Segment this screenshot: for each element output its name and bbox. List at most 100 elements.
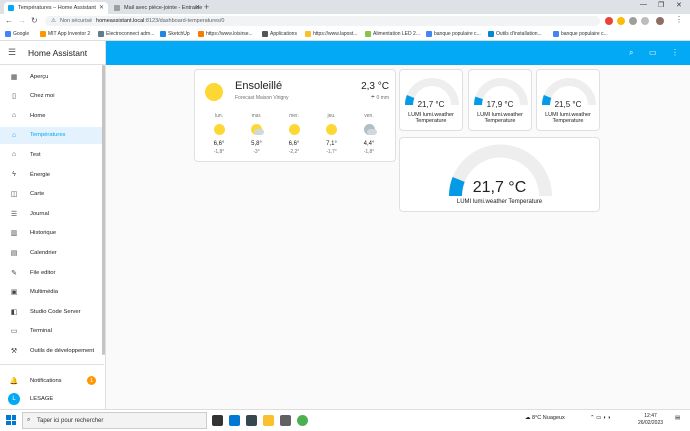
bookmark-label: https://www.loisirse... (206, 31, 253, 37)
windows-taskbar: ⌕ Taper ici pour rechercher ☁ 8°C Nuageu… (0, 409, 690, 431)
notification-badge: 1 (87, 376, 96, 385)
forecast-day-label: mer. (289, 113, 299, 119)
lightning-icon: ϟ (12, 171, 16, 178)
dashboard-toolbar: ⌕ ▭ ⋮ (106, 41, 690, 65)
gauge-value: 21,7 °C (417, 100, 445, 109)
chrome-icon[interactable] (297, 415, 308, 426)
sidebar-item-label: Outils de développement (30, 347, 95, 354)
sidebar-item-temperatures[interactable]: ⌂ Températures (0, 126, 104, 144)
forecast-high: 7,1° (326, 141, 337, 147)
browser-toolbar: ← → ↻ ⚠ Non sécurisé homeassistant.local… (0, 14, 690, 28)
app-icon[interactable] (280, 415, 291, 426)
notification-center-icon[interactable]: ▤ (675, 415, 680, 421)
profile-avatar-icon[interactable] (656, 17, 664, 25)
sidebar-item-home[interactable]: ⌂ Home (0, 107, 104, 124)
bookmark[interactable]: Applications (262, 31, 297, 37)
bookmark[interactable]: https://www.loisirse... (198, 31, 253, 37)
forecast-low: -1,8° (363, 149, 375, 155)
bookmark[interactable]: https://www.lapost... (305, 31, 357, 37)
search-icon[interactable]: ⌕ (629, 48, 633, 58)
sidebar-scrollbar[interactable] (102, 65, 105, 355)
extension-icon[interactable] (605, 17, 613, 25)
sidebar-item-apercu[interactable]: ▦ Aperçu (0, 68, 104, 85)
sidebar-item-label: Studio Code Server (30, 308, 81, 315)
file-explorer-icon[interactable] (246, 415, 257, 426)
reload-icon[interactable]: ↻ (31, 16, 38, 25)
weather-card[interactable]: Ensoleillé Forecast Maison Virigny 2,3 °… (194, 69, 396, 162)
sidebar-item-calendrier[interactable]: ▤ Calendrier (0, 244, 104, 261)
taskbar-weather[interactable]: ☁ 8°C Nuageux (525, 415, 565, 421)
sidebar-item-energie[interactable]: ϟ Énergie (0, 166, 104, 183)
sidebar-item-multimedia[interactable]: ▣ Multimédia (0, 284, 104, 301)
sidebar-item-carte[interactable]: ◫ Carte (0, 186, 104, 203)
sketchup-icon (160, 31, 166, 37)
sidebar-item-user[interactable]: L LESAGE (0, 390, 104, 407)
close-tab-icon[interactable]: ✕ (99, 4, 104, 11)
forecast-high: 4,4° (363, 141, 375, 147)
browser-menu-icon[interactable]: ⋮ (675, 15, 683, 24)
close-tab-icon[interactable]: ✕ (195, 4, 200, 11)
tablet-icon: ▯ (12, 93, 16, 101)
cloud-icon: ☁ (525, 415, 533, 421)
sidebar-item-historique[interactable]: ▥ Historique (0, 225, 104, 242)
code-icon: ◧ (10, 308, 18, 316)
wrench-icon: ✎ (11, 269, 17, 277)
sidebar-item-terminal[interactable]: ▭ Terminal (0, 323, 104, 340)
close-window-icon[interactable]: ✕ (676, 1, 682, 9)
sunny-icon (288, 124, 300, 135)
sidebar-item-studio-code-server[interactable]: ◧ Studio Code Server (0, 303, 104, 320)
sidebar-item-label: Calendrier (30, 249, 57, 256)
sidebar-item-label: Multimédia (30, 289, 59, 296)
bookmark[interactable]: banque populaire c... (553, 31, 608, 37)
url-host: homeassistant.local (96, 18, 145, 24)
taskbar-search[interactable]: ⌕ Taper ici pour rechercher (22, 412, 207, 429)
sidebar-item-journal[interactable]: ☰ Journal (0, 205, 104, 222)
folder-icon[interactable] (263, 415, 274, 426)
weather-entity-name: Forecast Maison Virigny (235, 95, 289, 101)
bookmark[interactable]: Electroconnect adm... (98, 31, 154, 37)
gauge-card[interactable]: 17,9 °C LUMI lumi.weather Temperature (468, 69, 532, 131)
bookmark-label: Electroconnect adm... (106, 31, 155, 37)
forecast-day: lun. 6,6° -1,8° (201, 113, 237, 155)
bookmark[interactable]: Outils d'installation... (488, 31, 542, 37)
extension-icon[interactable] (617, 17, 625, 25)
gauge-card[interactable]: 21,5 °C LUMI lumi.weather Temperature (536, 69, 600, 131)
puzzle-icon[interactable] (629, 17, 637, 25)
sidebar-item-test[interactable]: ⌂ Test (0, 146, 104, 163)
gauge-card[interactable]: 21,7 °C LUMI lumi.weather Temperature (399, 69, 463, 131)
bookmark[interactable]: Google (5, 31, 29, 37)
browser-tab[interactable]: Mail avec pièce-jointe - Entraide ✕ (110, 2, 204, 14)
new-tab-icon[interactable]: + (204, 2, 209, 12)
more-vertical-icon[interactable]: ⋮ (671, 48, 679, 57)
security-label: Non sécurisé (59, 18, 93, 24)
minimize-icon[interactable]: — (640, 1, 647, 8)
forward-icon[interactable]: → (18, 16, 26, 25)
clock[interactable]: 12:47 26/02/2023 (638, 413, 663, 427)
terminal-icon: ▭ (10, 328, 18, 336)
sidebar-item-label: Journal (30, 210, 50, 217)
tray-icons[interactable]: ⌃ ▭ ◖ ◗ (590, 415, 611, 421)
bookmark[interactable]: MIT App Inventor 2 (40, 31, 90, 37)
google-icon (426, 31, 432, 37)
maximize-icon[interactable]: ❐ (658, 1, 664, 9)
task-view-icon[interactable] (212, 415, 223, 426)
chat-icon[interactable]: ▭ (649, 48, 657, 57)
back-icon[interactable]: ← (5, 16, 13, 25)
sidebar-item-chez-moi[interactable]: ▯ Chez moi (0, 88, 104, 105)
browser-tab-active[interactable]: Températures – Home Assistant ✕ (4, 2, 108, 14)
bookmark[interactable]: SketchUp (160, 31, 190, 37)
edge-icon[interactable] (229, 415, 240, 426)
sidebar-item-notifications[interactable]: 🔔 Notifications 1 (0, 372, 104, 389)
sidepanel-icon[interactable] (641, 17, 649, 25)
gauge-card-large[interactable]: 21,7 °C LUMI lumi.weather Temperature (399, 137, 600, 212)
windows-start-icon[interactable] (6, 415, 16, 425)
sidebar: ☰ Home Assistant ▦ Aperçu ▯ Chez moi ⌂ Home ⌂ T… (0, 41, 106, 409)
address-bar[interactable]: ⚠ Non sécurisé homeassistant.local :8123… (45, 16, 600, 26)
sidebar-item-file-editor[interactable]: ✎ File editor (0, 264, 104, 281)
bookmark-label: Applications (270, 31, 297, 37)
bookmark[interactable]: banque populaire c... (426, 31, 481, 37)
app-title: Home Assistant (28, 47, 88, 58)
sidebar-item-outils-de-developpement[interactable]: ⚒ Outils de développement (0, 342, 104, 359)
bookmark[interactable]: Alimentation LED 2... (365, 31, 420, 37)
menu-icon[interactable]: ☰ (8, 47, 28, 58)
